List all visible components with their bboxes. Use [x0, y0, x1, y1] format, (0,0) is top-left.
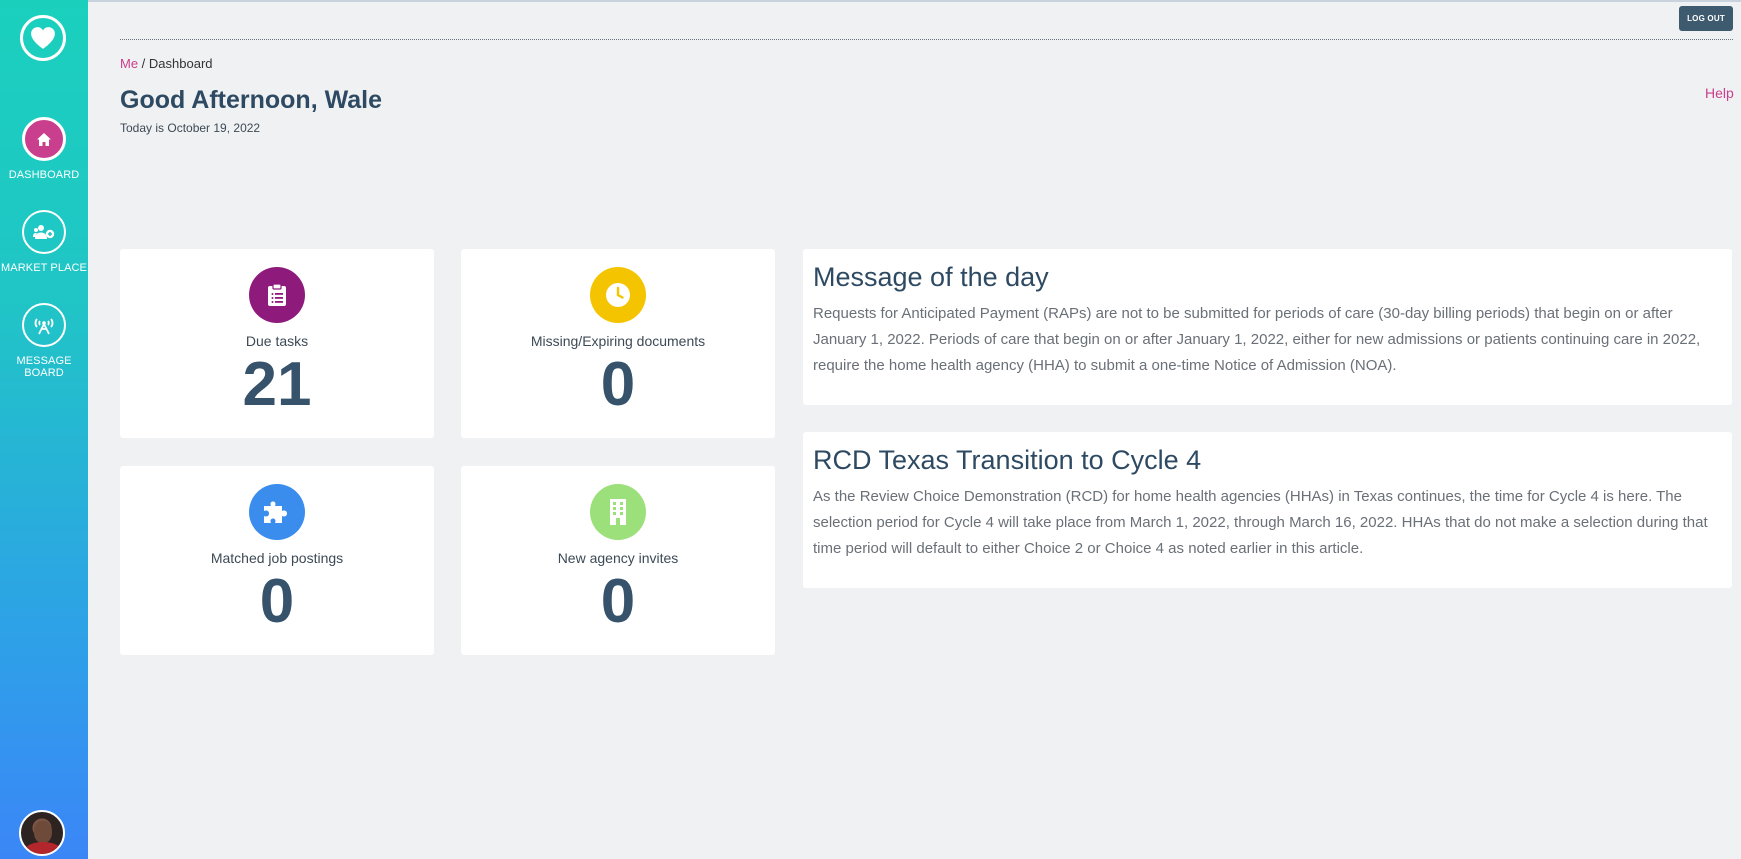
- message-title: RCD Texas Transition to Cycle 4: [813, 445, 1202, 475]
- stat-card-missing-documents[interactable]: Missing/Expiring documents 0: [461, 249, 775, 438]
- stat-card-matched-jobs[interactable]: Matched job postings 0: [120, 466, 434, 655]
- nav-item-dashboard[interactable]: DASHBOARD: [0, 117, 88, 181]
- app-logo[interactable]: [20, 15, 66, 61]
- stat-value: 0: [600, 567, 636, 636]
- nav-dashboard-button[interactable]: [22, 117, 66, 161]
- stat-label: Missing/Expiring documents: [530, 333, 706, 349]
- nav-message-board-label: MESSAGE BOARD: [16, 355, 72, 379]
- puzzle-icon: [264, 501, 287, 523]
- page-title: Good Afternoon, Wale: [120, 86, 383, 114]
- stat-card-due-tasks[interactable]: Due tasks 21: [120, 249, 434, 438]
- message-body: As the Review Choice Demonstration (RCD)…: [813, 488, 1708, 557]
- stat-label: Due tasks: [245, 333, 309, 349]
- nav-market-place-label: MARKET PLACE: [1, 262, 87, 274]
- nav-dashboard-label: DASHBOARD: [8, 169, 80, 181]
- building-icon: [610, 499, 626, 525]
- sidebar: DASHBOARD MARKET PLACE MESSAGE BOARD: [0, 0, 88, 859]
- breadcrumb-me-link[interactable]: Me: [120, 56, 138, 71]
- stat-value: 0: [259, 567, 295, 636]
- help-link[interactable]: Help: [1705, 85, 1734, 101]
- header-divider: [120, 39, 1733, 40]
- stat-label: Matched job postings: [210, 550, 344, 566]
- logout-button[interactable]: LOG OUT: [1679, 6, 1733, 31]
- breadcrumb-separator: /: [138, 56, 149, 71]
- nav-market-place-button[interactable]: [22, 210, 66, 254]
- home-icon: [37, 132, 51, 146]
- stat-icon-circle: [249, 267, 305, 323]
- stat-label: New agency invites: [557, 550, 679, 566]
- stat-card-agency-invites[interactable]: New agency invites 0: [461, 466, 775, 655]
- stat-icon-circle: [590, 484, 646, 540]
- stat-value: 0: [600, 350, 636, 419]
- message-card-day: Message of the day Requests for Anticipa…: [803, 249, 1732, 405]
- avatar-face: [34, 821, 52, 843]
- stat-value: 21: [242, 350, 312, 419]
- clock-icon: [606, 283, 630, 307]
- breadcrumb-current: Dashboard: [148, 56, 213, 71]
- nav-item-market-place[interactable]: MARKET PLACE: [0, 210, 88, 274]
- nav-message-board-button[interactable]: [22, 303, 66, 347]
- message-card-rcd: RCD Texas Transition to Cycle 4 As the R…: [803, 432, 1732, 588]
- nav-item-message-board[interactable]: MESSAGE BOARD: [0, 303, 88, 379]
- breadcrumb: Me / Dashboard: [120, 56, 213, 71]
- message-body: Requests for Anticipated Payment (RAPs) …: [813, 305, 1701, 374]
- top-border: [88, 0, 1741, 2]
- broadcast-icon: [34, 318, 54, 335]
- avatar-shirt: [25, 842, 61, 854]
- users-add-icon: [33, 225, 55, 239]
- stat-icon-circle: [249, 484, 305, 540]
- date-text: Today is October 19, 2022: [120, 121, 261, 135]
- clipboard-icon: [268, 283, 286, 306]
- message-title: Message of the day: [813, 262, 1049, 292]
- heart-icon: [31, 27, 55, 49]
- stat-icon-circle: [590, 267, 646, 323]
- avatar[interactable]: [19, 810, 65, 856]
